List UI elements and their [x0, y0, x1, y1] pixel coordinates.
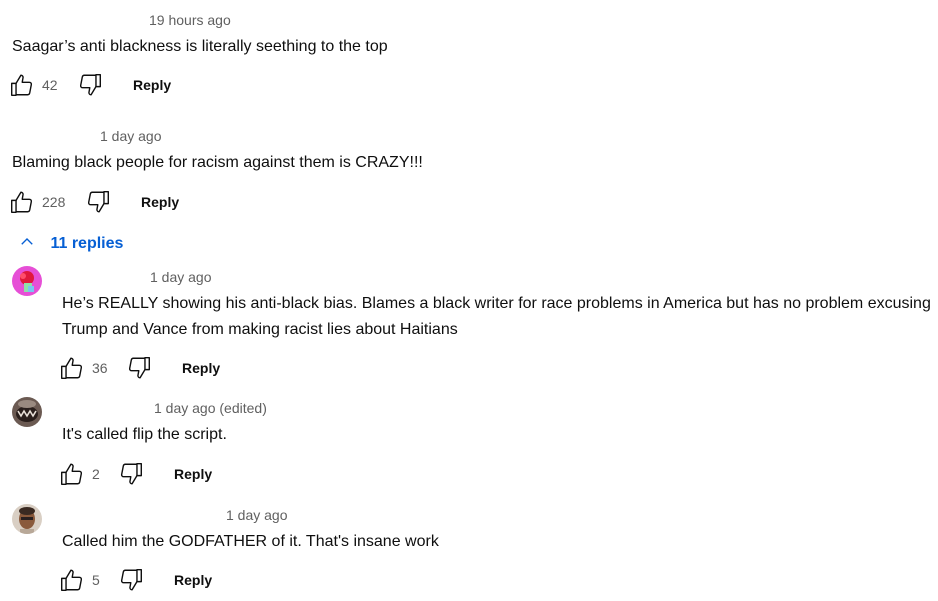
like-button[interactable] — [9, 72, 35, 98]
portrait-avatar-icon — [12, 504, 42, 534]
comment-timestamp[interactable]: 1 day ago — [226, 507, 288, 523]
dislike-button[interactable] — [85, 189, 111, 215]
dark-photo-avatar-icon — [12, 397, 42, 427]
thumbs-down-icon — [118, 567, 144, 593]
like-count: 5 — [92, 572, 100, 588]
avatar[interactable] — [12, 504, 42, 534]
dislike-button[interactable] — [126, 355, 152, 381]
like-count: 228 — [42, 194, 66, 210]
like-button[interactable] — [59, 461, 85, 487]
thumbs-down-icon — [77, 72, 103, 98]
comment-text: Blaming black people for racism against … — [12, 154, 423, 171]
comment-text: It's called flip the script. — [62, 426, 227, 443]
thumbs-down-icon — [118, 461, 144, 487]
pink-flower-avatar-icon — [12, 266, 42, 296]
avatar[interactable] — [12, 397, 42, 427]
like-button[interactable] — [9, 189, 35, 215]
like-button[interactable] — [59, 567, 85, 593]
reply-button[interactable]: Reply — [174, 466, 212, 482]
reply-button[interactable]: Reply — [174, 572, 212, 588]
replies-toggle-button[interactable]: 11 replies — [18, 233, 123, 253]
dislike-button[interactable] — [118, 567, 144, 593]
comment-text: Called him the GODFATHER of it. That's i… — [62, 533, 439, 550]
comment-timestamp[interactable]: 19 hours ago — [149, 12, 231, 28]
thumbs-up-icon — [59, 355, 85, 381]
replies-toggle-label: 11 replies — [50, 235, 124, 252]
reply-button[interactable]: Reply — [133, 77, 171, 93]
like-count: 2 — [92, 466, 100, 482]
like-button[interactable] — [59, 355, 85, 381]
comment-timestamp[interactable]: 1 day ago (edited) — [154, 400, 267, 416]
avatar[interactable] — [12, 266, 42, 296]
reply-button[interactable]: Reply — [141, 194, 179, 210]
thumbs-up-icon — [59, 461, 85, 487]
comment-timestamp[interactable]: 1 day ago — [150, 269, 212, 285]
thumbs-up-icon — [59, 567, 85, 593]
thumbs-down-icon — [126, 355, 152, 381]
dislike-button[interactable] — [118, 461, 144, 487]
comment-timestamp[interactable]: 1 day ago — [100, 128, 162, 144]
comment-text: He’s REALLY showing his anti-black bias.… — [62, 295, 931, 338]
comment-text: Saagar’s anti blackness is literally see… — [12, 38, 388, 55]
like-count: 42 — [42, 77, 58, 93]
like-count: 36 — [92, 360, 108, 376]
thumbs-up-icon — [9, 189, 35, 215]
thumbs-up-icon — [9, 72, 35, 98]
dislike-button[interactable] — [77, 72, 103, 98]
chevron-up-icon — [18, 233, 36, 251]
reply-button[interactable]: Reply — [182, 360, 220, 376]
thumbs-down-icon — [85, 189, 111, 215]
